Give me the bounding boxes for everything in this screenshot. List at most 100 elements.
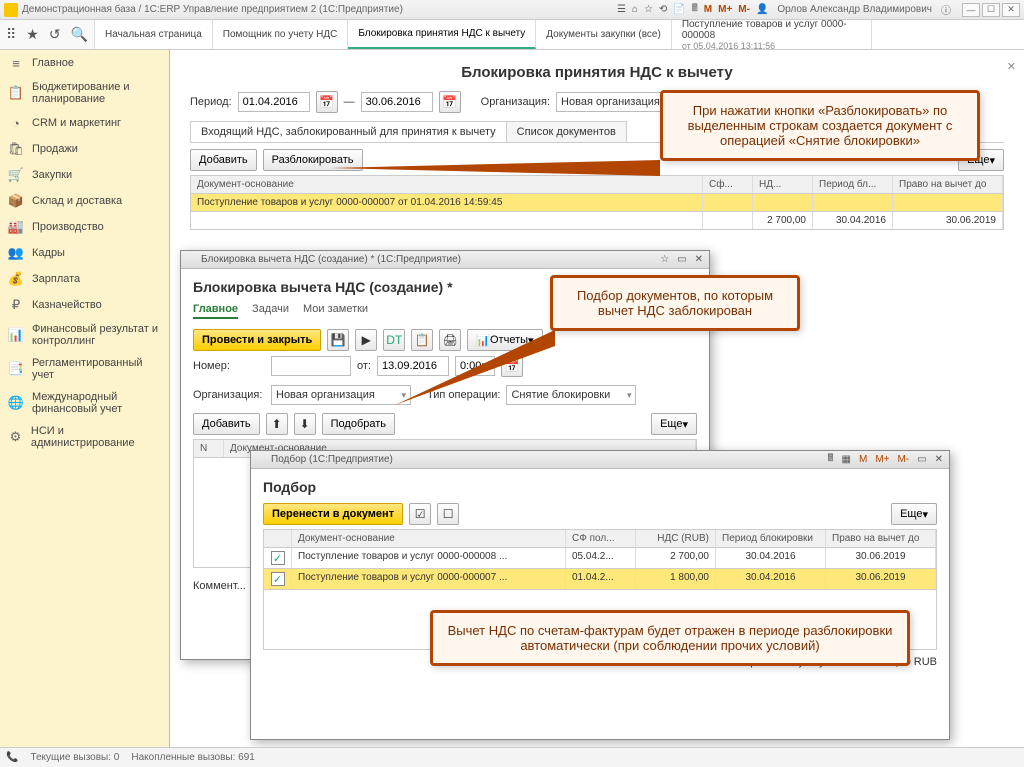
mtab-tasks[interactable]: Задачи [252, 303, 289, 319]
sidebar-item-intl[interactable]: 🌐Международный финансовый учет [0, 386, 169, 420]
grid-icon[interactable]: ▦ [840, 454, 853, 465]
min-button[interactable]: — [962, 3, 980, 17]
calc-icon[interactable]: 🖩 [826, 451, 836, 468]
min-icon[interactable]: ▭ [915, 454, 928, 465]
sidebar-item-salary[interactable]: 💰Зарплата [0, 266, 169, 292]
save-icon[interactable]: 💾 [327, 329, 349, 351]
tb-icon[interactable]: 📄 [670, 4, 688, 15]
col-right[interactable]: Право на вычет до [893, 176, 1003, 193]
col-period[interactable]: Период блокировки [716, 530, 826, 547]
subtab-doclist[interactable]: Список документов [506, 121, 627, 142]
max-button[interactable]: ☐ [982, 3, 1000, 17]
sidebar-item-reglament[interactable]: 📑Регламентированный учет [0, 352, 169, 386]
table-row[interactable]: ✓ Поступление товаров и услуг 0000-00000… [263, 569, 937, 590]
mem-mplus[interactable]: M+ [715, 4, 735, 15]
close-button[interactable]: ✕ [1002, 3, 1020, 17]
time-input[interactable] [455, 356, 495, 376]
calendar-icon[interactable]: 📅 [501, 355, 523, 377]
check-all-icon[interactable]: ☑ [409, 503, 431, 525]
m-icon[interactable]: M [857, 454, 869, 465]
sidebar-item-purchase[interactable]: 🛒Закупки [0, 162, 169, 188]
col-nds[interactable]: НДС (RUB) [636, 530, 716, 547]
date-from-input[interactable] [238, 92, 310, 112]
history-icon[interactable]: ↺ [49, 26, 61, 43]
dt-icon[interactable]: DT [383, 329, 405, 351]
grid-icon[interactable]: ⠿ [6, 26, 16, 43]
more-button[interactable]: Еще ▾ [891, 503, 937, 525]
transfer-button[interactable]: Перенести в документ [263, 503, 403, 525]
table-row[interactable]: Поступление товаров и услуг 0000-000007 … [190, 194, 1004, 212]
col-chk[interactable] [264, 530, 292, 547]
save-close-button[interactable]: Провести и закрыть [193, 329, 321, 351]
post-icon[interactable]: ▶ [355, 329, 377, 351]
down-icon[interactable]: ⬇ [294, 413, 316, 435]
tb-icon[interactable]: ☰ [614, 4, 629, 15]
mminus-icon[interactable]: M- [895, 454, 911, 465]
close-page-icon[interactable]: ✕ [1007, 60, 1016, 73]
more-button[interactable]: Еще ▾ [651, 413, 697, 435]
num-input[interactable] [271, 356, 351, 376]
fav-icon[interactable]: ☆ [658, 254, 671, 265]
add-button[interactable]: Добавить [190, 149, 257, 171]
up-icon[interactable]: ⬆ [266, 413, 288, 435]
star-icon[interactable]: ★ [26, 26, 39, 43]
tab-purchase-docs[interactable]: Документы закупки (все) [536, 20, 672, 49]
checkbox-icon[interactable]: ✓ [271, 572, 285, 586]
subtab-blocked[interactable]: Входящий НДС, заблокированный для принят… [190, 121, 507, 142]
mem-m[interactable]: M [701, 4, 715, 15]
sidebar-item-budget[interactable]: 📋Бюджетирование и планирование [0, 76, 169, 110]
col-period[interactable]: Период бл... [813, 176, 893, 193]
tb-icon[interactable]: ☆ [641, 4, 656, 15]
user-icon[interactable]: 👤 [753, 4, 771, 15]
sidebar-item-stock[interactable]: 📦Склад и доставка [0, 188, 169, 214]
tab-receipt[interactable]: Поступление товаров и услуг 0000-000008о… [672, 20, 872, 49]
sidebar-item-treasury[interactable]: ₽Казначейство [0, 292, 169, 318]
table-row[interactable]: ✓ Поступление товаров и услуг 0000-00000… [263, 548, 937, 569]
tb-icon[interactable]: 🖩 [689, 1, 701, 18]
tb-icon[interactable]: ⟲ [656, 4, 670, 15]
tb-icon[interactable]: ⌂ [629, 4, 641, 15]
calendar-icon[interactable]: 📅 [439, 91, 461, 113]
add-button[interactable]: Добавить [193, 413, 260, 435]
tab-nds-helper[interactable]: Помощник по учету НДС [213, 20, 349, 49]
sidebar-item-admin[interactable]: ⚙НСИ и администрирование [0, 420, 169, 454]
close-icon[interactable]: ✕ [933, 454, 945, 465]
col-doc[interactable]: Документ-основание [292, 530, 566, 547]
col-right[interactable]: Право на вычет до [826, 530, 936, 547]
col-n[interactable]: N [194, 440, 224, 457]
org-select[interactable]: Новая организация [271, 385, 411, 405]
sidebar-item-finresult[interactable]: 📊Финансовый результат и контроллинг [0, 318, 169, 352]
close-icon[interactable]: ✕ [693, 254, 705, 265]
mem-mminus[interactable]: M- [735, 4, 753, 15]
sidebar-item-main[interactable]: ≡Главное [0, 50, 169, 76]
ruble-icon: ₽ [8, 297, 24, 313]
date-to-input[interactable] [361, 92, 433, 112]
tab-blocking[interactable]: Блокировка принятия НДС к вычету [348, 20, 536, 49]
mtab-notes[interactable]: Мои заметки [303, 303, 368, 319]
sidebar-item-hr[interactable]: 👥Кадры [0, 240, 169, 266]
sidebar-item-sales[interactable]: 🛍Продажи [0, 136, 169, 162]
sidebar-item-crm[interactable]: ◔CRM и маркетинг [0, 110, 169, 136]
optype-select[interactable]: Снятие блокировки [506, 385, 636, 405]
reg-icon[interactable]: 📋 [411, 329, 433, 351]
info-icon[interactable]: ⓘ [938, 2, 954, 17]
col-sf[interactable]: Сф... [703, 176, 753, 193]
col-doc[interactable]: Документ-основание [191, 176, 703, 193]
search-icon[interactable]: 🔍 [71, 26, 88, 43]
mplus-icon[interactable]: M+ [873, 454, 891, 465]
tab-home[interactable]: Начальная страница [95, 20, 213, 49]
col-nds[interactable]: НД... [753, 176, 813, 193]
calendar-icon[interactable]: 📅 [316, 91, 338, 113]
col-sf[interactable]: СФ пол... [566, 530, 636, 547]
checkbox-icon[interactable]: ✓ [271, 551, 285, 565]
min-icon[interactable]: ▭ [675, 254, 688, 265]
uncheck-all-icon[interactable]: ☐ [437, 503, 459, 525]
sidebar-item-production[interactable]: 🏭Производство [0, 214, 169, 240]
table-row[interactable]: 2 700,00 30.04.2016 30.06.2019 [190, 212, 1004, 230]
mtab-main[interactable]: Главное [193, 303, 238, 319]
unblock-button[interactable]: Разблокировать [263, 149, 363, 171]
date-input[interactable] [377, 356, 449, 376]
reports-button[interactable]: 📊 Отчеты ▾ [467, 329, 542, 351]
print-icon[interactable]: 🖨 [439, 329, 461, 351]
pick-button[interactable]: Подобрать [322, 413, 395, 435]
